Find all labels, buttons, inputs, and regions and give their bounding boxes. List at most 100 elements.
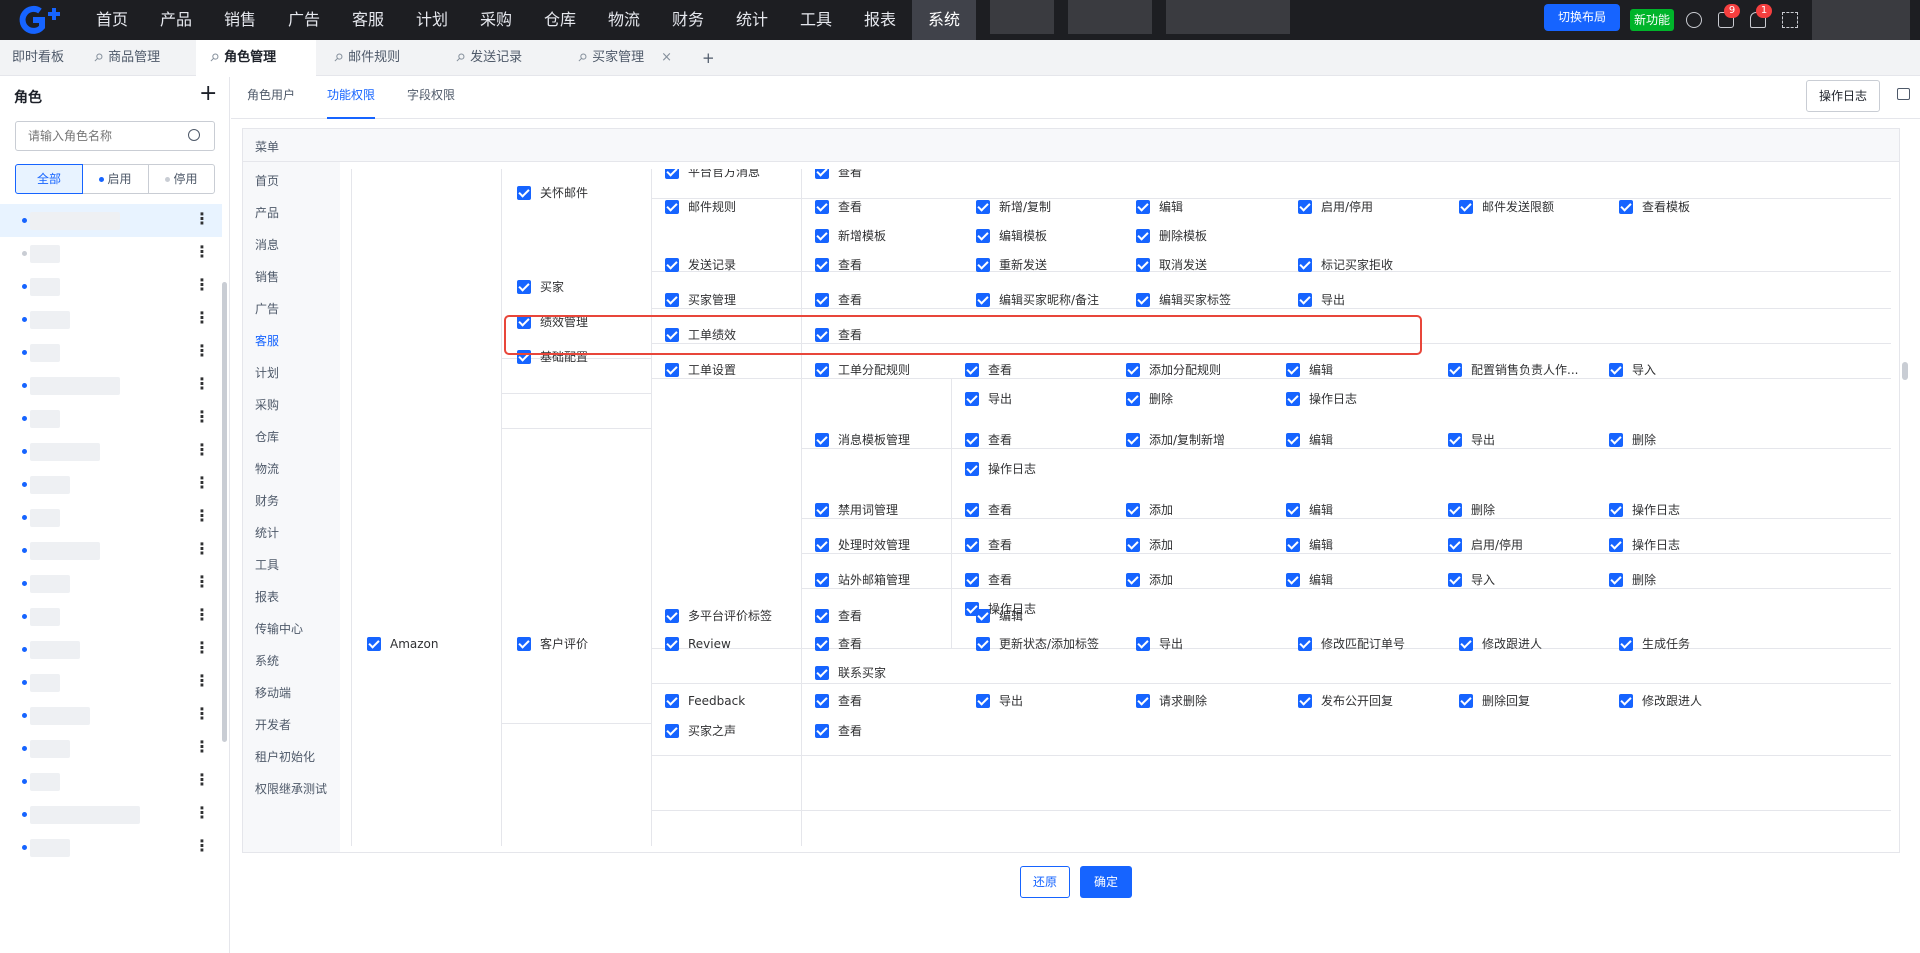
menu-item[interactable]: 移动端: [255, 684, 291, 701]
filter-enabled[interactable]: 启用: [82, 164, 149, 194]
permission-checkbox[interactable]: 导出: [976, 694, 1023, 710]
role-list-item[interactable]: ⋮: [0, 732, 222, 765]
sidebar-scrollbar[interactable]: [222, 282, 227, 742]
reset-button[interactable]: 还原: [1020, 866, 1070, 898]
permission-checkbox[interactable]: 编辑买家标签: [1136, 293, 1231, 309]
menu-item[interactable]: 开发者: [255, 716, 291, 733]
permission-checkbox[interactable]: 删除模板: [1136, 229, 1207, 245]
permission-checkbox[interactable]: 生成任务: [1619, 637, 1690, 653]
checkbox-level3[interactable]: 平台官方消息: [665, 169, 760, 181]
tab-function-permissions[interactable]: 功能权限: [327, 77, 376, 119]
more-icon[interactable]: ⋮: [194, 440, 210, 459]
more-icon[interactable]: ⋮: [194, 242, 210, 261]
more-icon[interactable]: ⋮: [194, 572, 210, 591]
checkbox-level3[interactable]: 买家之声: [665, 724, 736, 740]
more-icon[interactable]: ⋮: [194, 770, 210, 789]
tab-role-users[interactable]: 角色用户: [247, 77, 295, 119]
checkbox-level3[interactable]: 工单设置: [665, 363, 736, 379]
permission-checkbox[interactable]: 更新状态/添加标签: [976, 637, 1099, 653]
more-icon[interactable]: ⋮: [194, 506, 210, 525]
permission-checkbox[interactable]: 查看: [965, 573, 1012, 589]
checkbox-level3[interactable]: 多平台评价标签: [665, 609, 772, 625]
permission-checkbox[interactable]: 导出: [965, 392, 1012, 408]
checkbox-level4[interactable]: 工单分配规则: [815, 363, 910, 379]
role-list-item[interactable]: ⋮: [0, 435, 222, 468]
more-icon[interactable]: ⋮: [194, 473, 210, 492]
role-list-item[interactable]: ⋮: [0, 204, 222, 237]
permission-checkbox[interactable]: 导出: [1448, 433, 1495, 449]
more-icon[interactable]: ⋮: [194, 671, 210, 690]
menu-item[interactable]: 消息: [255, 236, 279, 253]
permission-checkbox[interactable]: 修改跟进人: [1459, 637, 1542, 653]
checkbox-level4[interactable]: 消息模板管理: [815, 433, 910, 449]
role-list-item[interactable]: ⋮: [0, 831, 222, 864]
add-role-button[interactable]: +: [199, 81, 217, 106]
tab-field-permissions[interactable]: 字段权限: [407, 77, 455, 119]
nav-warehouse[interactable]: 仓库: [532, 0, 588, 40]
permission-checkbox[interactable]: 删除: [1126, 392, 1173, 408]
grid-scrollbar[interactable]: [1902, 362, 1908, 380]
search-icon[interactable]: [188, 129, 200, 141]
checkbox-level3[interactable]: 邮件规则: [665, 200, 736, 216]
permission-checkbox[interactable]: 查看: [815, 258, 862, 274]
role-list-item[interactable]: ⋮: [0, 765, 222, 798]
permission-checkbox[interactable]: 查看: [815, 637, 862, 653]
role-list-item[interactable]: ⋮: [0, 666, 222, 699]
nav-sales[interactable]: 销售: [212, 0, 268, 40]
tab-product-mgmt[interactable]: ⚲ 商品管理: [80, 40, 192, 76]
permission-checkbox[interactable]: 启用/停用: [1448, 538, 1523, 554]
checkbox-level4[interactable]: 禁用词管理: [815, 503, 898, 519]
permission-checkbox[interactable]: 删除: [1448, 503, 1495, 519]
pause-icon[interactable]: [1686, 12, 1702, 28]
checkbox-care-mail[interactable]: 关怀邮件: [517, 186, 588, 202]
permission-checkbox[interactable]: 删除回复: [1459, 694, 1530, 710]
menu-item[interactable]: 系统: [255, 652, 279, 669]
permission-checkbox[interactable]: 重新发送: [976, 258, 1047, 274]
menu-item[interactable]: 采购: [255, 396, 279, 413]
role-list-item[interactable]: ⋮: [0, 336, 222, 369]
role-list-item[interactable]: ⋮: [0, 534, 222, 567]
tab-send-record[interactable]: ⚲ 发送记录: [442, 40, 560, 76]
more-icon[interactable]: ⋮: [194, 605, 210, 624]
permission-checkbox[interactable]: 操作日志: [1286, 392, 1357, 408]
permission-checkbox[interactable]: 编辑模板: [976, 229, 1047, 245]
menu-item[interactable]: 财务: [255, 492, 279, 509]
role-list-item[interactable]: ⋮: [0, 600, 222, 633]
role-list-item[interactable]: ⋮: [0, 501, 222, 534]
permission-checkbox[interactable]: 新增模板: [815, 229, 886, 245]
tab-mail-rule[interactable]: ⚲ 邮件规则: [320, 40, 438, 76]
checkbox-level3[interactable]: Feedback: [665, 694, 745, 710]
permission-checkbox[interactable]: 编辑: [1286, 433, 1333, 449]
role-list-item[interactable]: ⋮: [0, 303, 222, 336]
permission-checkbox[interactable]: 查看: [815, 609, 862, 625]
more-icon[interactable]: ⋮: [194, 638, 210, 657]
permission-checkbox[interactable]: 查看: [965, 538, 1012, 554]
permission-checkbox[interactable]: 新增/复制: [976, 200, 1051, 216]
more-icon[interactable]: ⋮: [194, 737, 210, 756]
more-icon[interactable]: ⋮: [194, 539, 210, 558]
menu-item[interactable]: 首页: [255, 172, 279, 189]
permission-checkbox[interactable]: 查看模板: [1619, 200, 1690, 216]
menu-item[interactable]: 统计: [255, 524, 279, 541]
more-icon[interactable]: ⋮: [194, 704, 210, 723]
role-list-item[interactable]: ⋮: [0, 699, 222, 732]
checkbox-amazon[interactable]: Amazon: [367, 637, 439, 653]
permission-checkbox[interactable]: 修改匹配订单号: [1298, 637, 1405, 653]
menu-item[interactable]: 计划: [255, 364, 279, 381]
role-list-item[interactable]: ⋮: [0, 798, 222, 831]
more-icon[interactable]: ⋮: [194, 803, 210, 822]
nav-stats[interactable]: 统计: [724, 0, 780, 40]
more-icon[interactable]: ⋮: [194, 374, 210, 393]
permission-checkbox[interactable]: 联系买家: [815, 666, 886, 682]
nav-logistics[interactable]: 物流: [596, 0, 652, 40]
permission-checkbox[interactable]: 查看: [815, 724, 862, 740]
role-list-item[interactable]: ⋮: [0, 402, 222, 435]
menu-item[interactable]: 传输中心: [255, 620, 303, 637]
permission-checkbox[interactable]: 配置销售负责人作...: [1448, 363, 1578, 379]
checkbox-level3[interactable]: Review: [665, 637, 731, 653]
more-icon[interactable]: ⋮: [194, 275, 210, 294]
nav-product[interactable]: 产品: [148, 0, 204, 40]
permission-checkbox[interactable]: 添加: [1126, 538, 1173, 554]
permission-checkbox[interactable]: 删除: [1609, 433, 1656, 449]
permission-checkbox[interactable]: 操作日志: [1609, 538, 1680, 554]
